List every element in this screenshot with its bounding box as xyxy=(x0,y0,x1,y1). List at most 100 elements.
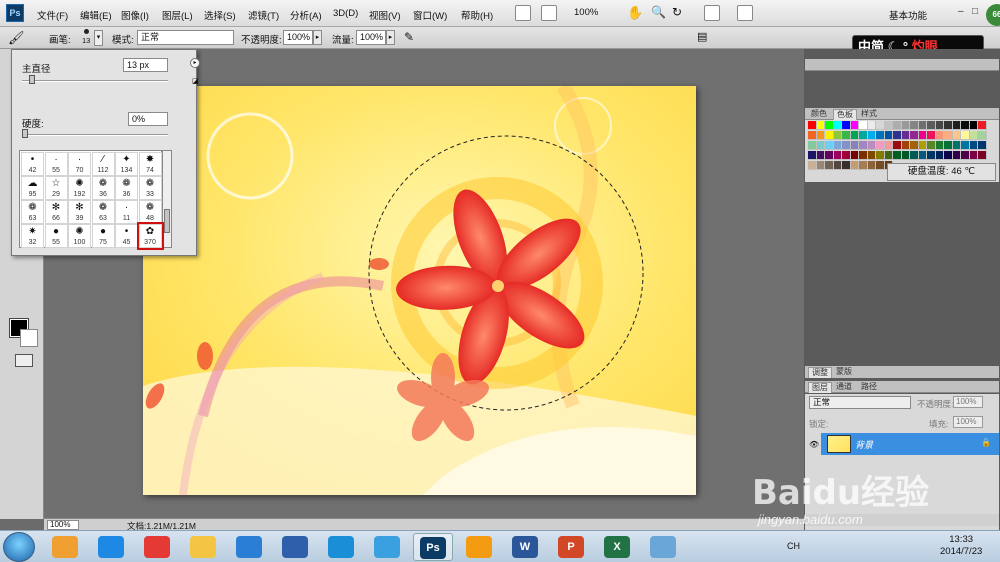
color-swatch[interactable] xyxy=(842,121,851,130)
brush-preset[interactable]: ✻ 66 xyxy=(44,200,68,224)
color-swatch[interactable] xyxy=(850,141,859,150)
brush-preset[interactable]: ⁄ 112 xyxy=(91,152,115,176)
color-swatch[interactable] xyxy=(833,131,842,140)
brush-preset[interactable]: · 70 xyxy=(68,152,91,176)
color-swatch[interactable] xyxy=(842,141,851,150)
color-swatch[interactable] xyxy=(825,141,834,150)
game-icon[interactable] xyxy=(459,533,499,561)
color-swatch[interactable] xyxy=(833,121,842,130)
color-swatch[interactable] xyxy=(876,151,885,160)
diameter-slider-thumb[interactable] xyxy=(29,75,36,84)
color-swatch[interactable] xyxy=(969,141,978,150)
panel-collapse-bar[interactable] xyxy=(805,59,999,71)
color-swatch[interactable] xyxy=(893,131,902,140)
color-swatch[interactable] xyxy=(816,141,825,150)
brush-preset[interactable]: ❁ 63 xyxy=(21,200,44,224)
brush-preset[interactable]: ✷ 32 xyxy=(21,224,44,248)
minimize-button[interactable]: – xyxy=(958,6,964,17)
brush-tool-icon[interactable]: 🖌 xyxy=(8,30,30,46)
save-preset-icon[interactable]: ◪ xyxy=(192,77,200,85)
color-swatch[interactable] xyxy=(935,151,944,160)
cloud-icon[interactable] xyxy=(367,533,407,561)
bird-app-icon[interactable] xyxy=(229,533,269,561)
brush-preset[interactable]: ✺ 100 xyxy=(68,224,91,248)
paint-icon[interactable] xyxy=(643,533,683,561)
color-swatch[interactable] xyxy=(901,151,910,160)
color-swatch[interactable] xyxy=(910,141,919,150)
tab-paths[interactable]: 路径 xyxy=(858,382,880,393)
hand-icon[interactable]: ✋ xyxy=(627,5,643,21)
menu-3d[interactable]: 3D(D) xyxy=(333,8,358,19)
color-swatch[interactable] xyxy=(952,121,961,130)
color-swatch[interactable] xyxy=(884,151,893,160)
color-swatch[interactable] xyxy=(842,161,851,170)
hardness-field[interactable]: 0% xyxy=(128,112,168,126)
color-swatch[interactable] xyxy=(961,151,970,160)
explorer-icon[interactable] xyxy=(183,533,223,561)
color-swatch[interactable] xyxy=(961,121,970,130)
hardness-slider-track[interactable] xyxy=(22,134,168,136)
background-color-swatch[interactable] xyxy=(20,329,38,347)
arrange-documents-icon[interactable] xyxy=(704,5,720,21)
color-swatch[interactable] xyxy=(935,121,944,130)
color-swatch[interactable] xyxy=(952,151,961,160)
tab-masks[interactable]: 蒙版 xyxy=(833,367,855,378)
brush-preview-icon[interactable] xyxy=(84,29,89,34)
color-swatch[interactable] xyxy=(859,131,868,140)
bridge-icon[interactable] xyxy=(515,5,531,21)
opacity-dropdown[interactable]: ▸ xyxy=(313,30,322,45)
visibility-eye-icon[interactable]: 👁 xyxy=(809,440,819,449)
color-swatch[interactable] xyxy=(910,151,919,160)
color-swatch[interactable] xyxy=(816,121,825,130)
brush-preset[interactable]: ☁ 95 xyxy=(21,176,44,200)
color-swatch[interactable] xyxy=(808,161,817,170)
color-swatch[interactable] xyxy=(808,151,817,160)
zoom-icon[interactable]: 🔍 xyxy=(651,5,666,19)
color-swatch[interactable] xyxy=(867,161,876,170)
color-swatch[interactable] xyxy=(910,131,919,140)
color-swatch[interactable] xyxy=(935,141,944,150)
color-swatch[interactable] xyxy=(944,131,953,140)
color-swatch[interactable] xyxy=(935,131,944,140)
menu-edit[interactable]: 编辑(E) xyxy=(80,8,112,22)
color-swatch[interactable] xyxy=(944,141,953,150)
layer-opacity-field[interactable]: 100% xyxy=(953,396,983,408)
color-swatch[interactable] xyxy=(825,151,834,160)
view-extras-icon[interactable] xyxy=(541,5,557,21)
color-swatch[interactable] xyxy=(833,161,842,170)
tab-adjustments[interactable]: 调整 xyxy=(808,367,832,378)
airbrush-icon[interactable]: ✎ xyxy=(404,30,414,44)
clock[interactable]: 13:33 2014/7/23 xyxy=(940,534,982,558)
menu-file[interactable]: 文件(F) xyxy=(37,8,68,22)
color-swatch[interactable] xyxy=(978,151,987,160)
brush-preset[interactable]: ❁ 36 xyxy=(91,176,115,200)
color-swatch[interactable] xyxy=(944,151,953,160)
color-swatch[interactable] xyxy=(850,131,859,140)
workspace-switcher[interactable]: 基本功能 xyxy=(889,8,927,22)
color-swatch[interactable] xyxy=(893,151,902,160)
hardness-slider-thumb[interactable] xyxy=(22,129,28,138)
color-swatch[interactable] xyxy=(850,161,859,170)
blend-mode-select[interactable]: 正常 xyxy=(809,396,911,409)
color-swatch[interactable] xyxy=(876,141,885,150)
color-swatch[interactable] xyxy=(859,161,868,170)
color-swatch[interactable] xyxy=(918,131,927,140)
maximize-button[interactable]: □ xyxy=(972,6,978,17)
qq-icon[interactable] xyxy=(275,533,315,561)
menu-filter[interactable]: 滤镜(T) xyxy=(248,8,279,22)
color-swatch[interactable] xyxy=(910,121,919,130)
media-icon[interactable] xyxy=(137,533,177,561)
brush-preset[interactable]: ❁ 36 xyxy=(115,176,138,200)
color-swatch[interactable] xyxy=(876,131,885,140)
excel-icon[interactable]: X xyxy=(597,533,637,561)
brush-preset[interactable]: ● 55 xyxy=(44,224,68,248)
color-swatch[interactable] xyxy=(808,141,817,150)
color-swatch[interactable] xyxy=(884,141,893,150)
status-zoom-field[interactable]: 100% xyxy=(47,520,79,530)
color-swatch[interactable] xyxy=(816,131,825,140)
brush-preset[interactable]: ✸ 74 xyxy=(138,152,162,176)
color-swatch[interactable] xyxy=(850,151,859,160)
brush-preset[interactable]: · 11 xyxy=(115,200,138,224)
color-swatch[interactable] xyxy=(969,121,978,130)
diameter-field[interactable]: 13 px xyxy=(123,58,168,72)
